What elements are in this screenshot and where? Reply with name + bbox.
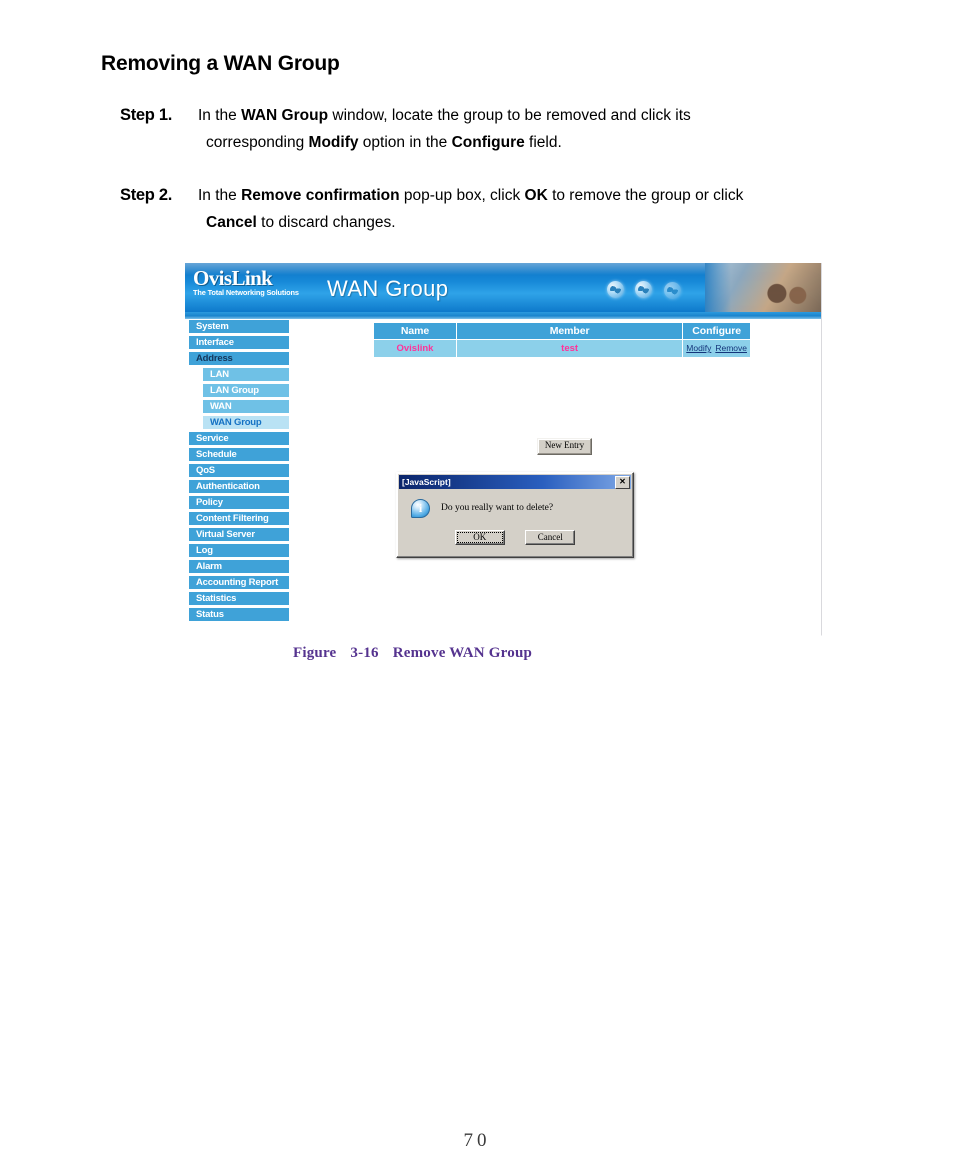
step-1-text-d: corresponding [206, 133, 309, 151]
step-1-text-c: window, locate the group to be removed a… [328, 107, 691, 124]
delete-confirm-dialog: [JavaScript] ✕ Do you really want to del… [396, 472, 634, 558]
modify-link[interactable]: Modify [686, 343, 711, 353]
figure-caption: Figure 3-16 Remove WAN Group [293, 645, 532, 662]
remove-link[interactable]: Remove [715, 343, 747, 353]
banner-underline [185, 312, 821, 320]
sidebar-item-lan[interactable]: LAN [203, 368, 289, 381]
brand-logo: OvisLink The Total Networking Solutions [193, 267, 321, 297]
cell-configure: Modify Remove [682, 339, 751, 358]
globe-icon [607, 281, 624, 298]
step-2-term-ok: OK [524, 187, 548, 204]
banner-photo [705, 263, 821, 312]
banner-title: WAN Group [327, 276, 449, 301]
globe-icons [607, 280, 697, 304]
figure-caption-word: Figure [293, 645, 337, 661]
close-icon[interactable]: ✕ [615, 476, 630, 489]
column-header-name: Name [373, 322, 457, 340]
step-1-text-a: In the [198, 107, 242, 124]
sidebar-item-virtual-server[interactable]: Virtual Server [189, 528, 289, 541]
globe-icon [664, 282, 681, 299]
step-1-term-configure: Configure [451, 133, 525, 151]
sidebar: System Interface Address LAN LAN Group W… [189, 320, 289, 624]
step-1-text-e: option in the [358, 133, 452, 151]
step-2-term-remove-confirmation: Remove confirmation [241, 187, 400, 204]
cell-group-name: Ovislink [373, 339, 457, 358]
new-entry-button[interactable]: New Entry [537, 438, 592, 455]
sidebar-item-content-filtering[interactable]: Content Filtering [189, 512, 289, 525]
step-2: Step 2. In the Remove confirmation pop-up… [120, 185, 910, 234]
step-2-label: Step 2. [120, 186, 173, 204]
table-header-row: Name Member Configure [373, 322, 751, 340]
sidebar-item-wan[interactable]: WAN [203, 400, 289, 413]
sidebar-item-schedule[interactable]: Schedule [189, 448, 289, 461]
embedded-screenshot: OvisLink The Total Networking Solutions … [185, 263, 822, 636]
sidebar-item-accounting-report[interactable]: Accounting Report [189, 576, 289, 589]
step-1-term-modify: Modify [308, 133, 359, 151]
globe-icon [635, 281, 652, 298]
ok-button[interactable]: OK [454, 530, 505, 545]
step-2-text-c: pop-up box, click [399, 187, 525, 204]
cancel-button[interactable]: Cancel [525, 530, 576, 545]
sidebar-item-wan-group[interactable]: WAN Group [203, 416, 289, 429]
step-2-term-cancel: Cancel [206, 213, 257, 231]
sidebar-item-status[interactable]: Status [189, 608, 289, 621]
step-1-label: Step 1. [120, 106, 173, 124]
sidebar-item-lan-group[interactable]: LAN Group [203, 384, 289, 397]
figure-caption-number: 3-16 [350, 645, 379, 661]
dialog-title-text: [JavaScript] [402, 477, 451, 487]
step-2-continuation: Cancel to discard changes. [206, 213, 910, 234]
brand-name: OvisLink [193, 266, 273, 290]
table-row: Ovislink test Modify Remove [373, 339, 751, 358]
dialog-message: Do you really want to delete? [441, 503, 554, 513]
figure-caption-title: Remove WAN Group [392, 645, 533, 661]
brand-tagline: The Total Networking Solutions [193, 288, 299, 297]
column-header-configure: Configure [682, 322, 751, 340]
app-banner: OvisLink The Total Networking Solutions … [185, 263, 821, 312]
step-2-text-e: to remove the group or click [547, 187, 744, 204]
sidebar-item-alarm[interactable]: Alarm [189, 560, 289, 573]
sidebar-item-qos[interactable]: QoS [189, 464, 289, 477]
step-2-text: In the Remove confirmation pop-up box, c… [198, 187, 743, 204]
cell-group-member: test [455, 339, 684, 358]
configure-links: Modify Remove [684, 343, 749, 354]
page-title: Removing a WAN Group [101, 52, 340, 75]
step-2-text-g: to discard changes. [256, 213, 396, 231]
column-header-member: Member [455, 322, 684, 340]
step-1-text-f: field. [524, 133, 562, 151]
sidebar-item-authentication[interactable]: Authentication [189, 480, 289, 493]
sidebar-item-address[interactable]: Address [189, 352, 289, 365]
step-1-term-wan-group: WAN Group [241, 107, 329, 124]
dialog-title-bar[interactable]: [JavaScript] ✕ [399, 475, 631, 489]
sidebar-item-statistics[interactable]: Statistics [189, 592, 289, 605]
step-1-text: In the WAN Group window, locate the grou… [198, 107, 691, 124]
dialog-button-row: OK Cancel [397, 527, 633, 545]
step-1-continuation: corresponding Modify option in the Confi… [206, 133, 910, 154]
info-icon [411, 499, 430, 518]
wan-group-table: Name Member Configure Ovislink test Modi… [373, 322, 751, 358]
step-2-text-a: In the [198, 187, 242, 204]
app-body: System Interface Address LAN LAN Group W… [185, 320, 821, 635]
sidebar-item-system[interactable]: System [189, 320, 289, 333]
sidebar-item-service[interactable]: Service [189, 432, 289, 445]
page-number: 70 [463, 1130, 491, 1151]
sidebar-item-policy[interactable]: Policy [189, 496, 289, 509]
sidebar-item-log[interactable]: Log [189, 544, 289, 557]
step-1: Step 1. In the WAN Group window, locate t… [120, 105, 910, 154]
sidebar-item-interface[interactable]: Interface [189, 336, 289, 349]
